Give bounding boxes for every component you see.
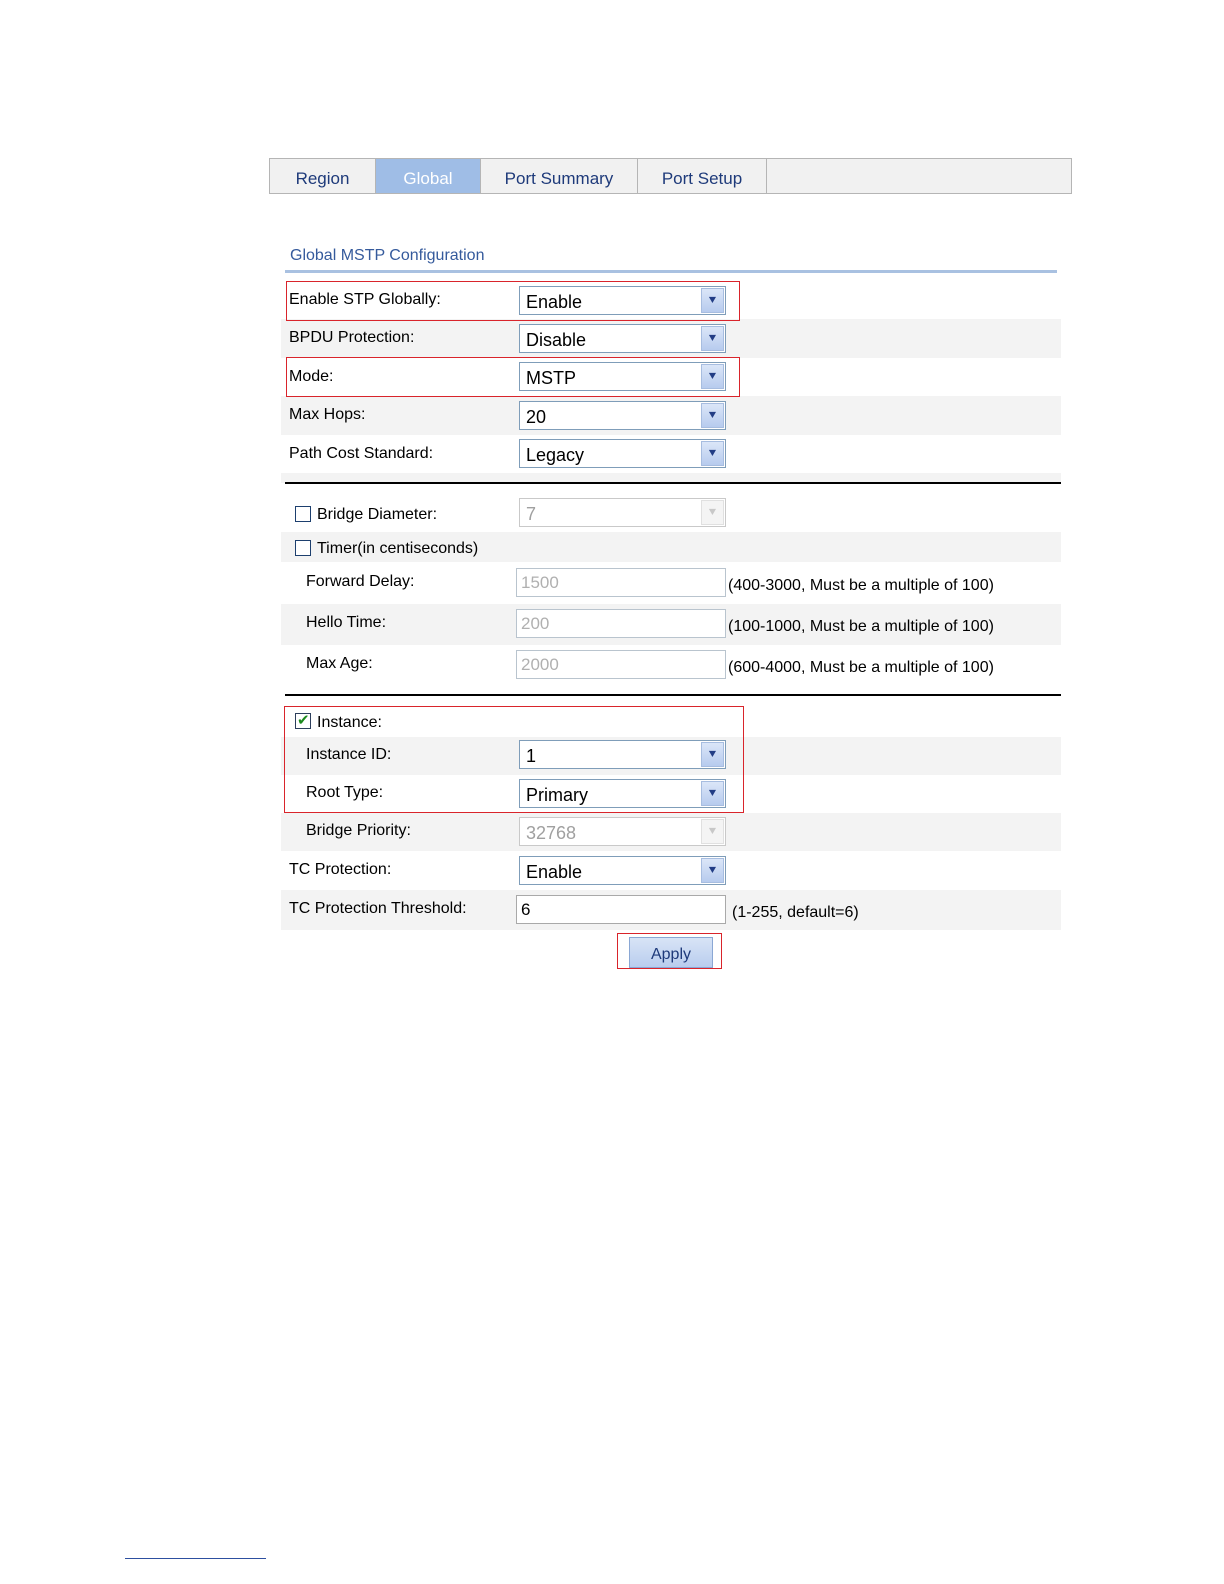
bridge-diameter-checkbox[interactable] — [295, 506, 311, 522]
enable-stp-value: Enable — [526, 292, 583, 312]
mode-value: MSTP — [526, 368, 577, 388]
chevron-down-icon: ⯆ — [701, 500, 724, 525]
bpdu-protection-label: BPDU Protection: — [289, 329, 415, 346]
hello-time-value: 200 — [521, 614, 550, 633]
instance-id-select[interactable]: 1 ⯆ — [519, 740, 726, 769]
section-title-underline — [285, 270, 1057, 273]
bpdu-protection-select[interactable]: Disable ⯆ — [519, 324, 726, 353]
timer-checkbox[interactable] — [295, 540, 311, 556]
tc-threshold-value: 6 — [521, 900, 531, 919]
root-type-label: Root Type: — [306, 784, 384, 801]
enable-stp-label: Enable STP Globally: — [289, 291, 441, 308]
chevron-down-icon[interactable]: ⯆ — [701, 858, 724, 883]
instance-label: Instance: — [317, 714, 382, 731]
tc-threshold-label: TC Protection Threshold: — [289, 900, 467, 917]
chevron-down-icon[interactable]: ⯆ — [701, 364, 724, 389]
section-title: Global MSTP Configuration — [290, 247, 485, 264]
forward-delay-value: 1500 — [521, 573, 559, 592]
max-age-input[interactable]: 2000 — [516, 650, 726, 679]
apply-button[interactable]: Apply — [629, 937, 713, 968]
max-age-value: 2000 — [521, 655, 559, 674]
bridge-diameter-value: 7 — [526, 504, 537, 524]
bridge-diameter-select[interactable]: 7 ⯆ — [519, 498, 726, 527]
chevron-down-icon[interactable]: ⯆ — [701, 288, 724, 313]
max-age-label: Max Age: — [306, 655, 373, 672]
instance-id-label: Instance ID: — [306, 746, 392, 763]
chevron-down-icon[interactable]: ⯆ — [701, 403, 724, 428]
bridge-diameter-label: Bridge Diameter: — [317, 506, 438, 523]
tab-global[interactable]: Global — [376, 159, 481, 193]
tc-threshold-hint: (1-255, default=6) — [732, 904, 859, 921]
path-cost-label: Path Cost Standard: — [289, 445, 434, 462]
chevron-down-icon[interactable]: ⯆ — [701, 781, 724, 806]
instance-id-value: 1 — [526, 746, 537, 766]
instance-checkbox[interactable]: ✔ — [295, 712, 311, 729]
bridge-priority-value: 32768 — [526, 823, 577, 843]
bridge-priority-label: Bridge Priority: — [306, 822, 411, 839]
chevron-down-icon[interactable]: ⯆ — [701, 742, 724, 767]
forward-delay-input[interactable]: 1500 — [516, 568, 726, 597]
chevron-down-icon[interactable]: ⯆ — [701, 441, 724, 466]
root-type-value: Primary — [526, 785, 588, 805]
footnote-rule — [125, 1558, 266, 1559]
tab-bar: Region Global Port Summary Port Setup — [269, 158, 1072, 194]
bridge-priority-select[interactable]: 32768 ⯆ — [519, 817, 726, 846]
max-age-hint: (600-4000, Must be a multiple of 100) — [728, 659, 994, 676]
path-cost-select[interactable]: Legacy ⯆ — [519, 439, 726, 468]
root-type-select[interactable]: Primary ⯆ — [519, 779, 726, 808]
divider — [285, 482, 1061, 484]
enable-stp-select[interactable]: Enable ⯆ — [519, 286, 726, 315]
tc-protection-label: TC Protection: — [289, 861, 392, 878]
mode-label: Mode: — [289, 368, 334, 385]
max-hops-label: Max Hops: — [289, 406, 366, 423]
tab-port-setup[interactable]: Port Setup — [638, 159, 767, 193]
max-hops-select[interactable]: 20 ⯆ — [519, 401, 726, 430]
timer-label: Timer(in centiseconds) — [317, 540, 479, 557]
tab-region[interactable]: Region — [270, 159, 376, 193]
row-instance — [281, 706, 1061, 738]
hello-time-label: Hello Time: — [306, 614, 387, 631]
max-hops-value: 20 — [526, 407, 547, 427]
mode-select[interactable]: MSTP ⯆ — [519, 362, 726, 391]
tc-threshold-input[interactable]: 6 — [516, 895, 726, 924]
chevron-down-icon[interactable]: ⯆ — [701, 326, 724, 351]
check-icon: ✔ — [297, 712, 310, 729]
forward-delay-hint: (400-3000, Must be a multiple of 100) — [728, 577, 994, 594]
tc-protection-value: Enable — [526, 862, 583, 882]
tab-port-summary[interactable]: Port Summary — [481, 159, 638, 193]
path-cost-value: Legacy — [526, 445, 585, 465]
divider — [285, 694, 1061, 696]
hello-time-input[interactable]: 200 — [516, 609, 726, 638]
hello-time-hint: (100-1000, Must be a multiple of 100) — [728, 618, 994, 635]
tc-protection-select[interactable]: Enable ⯆ — [519, 856, 726, 885]
forward-delay-label: Forward Delay: — [306, 573, 415, 590]
chevron-down-icon: ⯆ — [701, 819, 724, 844]
bpdu-protection-value: Disable — [526, 330, 587, 350]
